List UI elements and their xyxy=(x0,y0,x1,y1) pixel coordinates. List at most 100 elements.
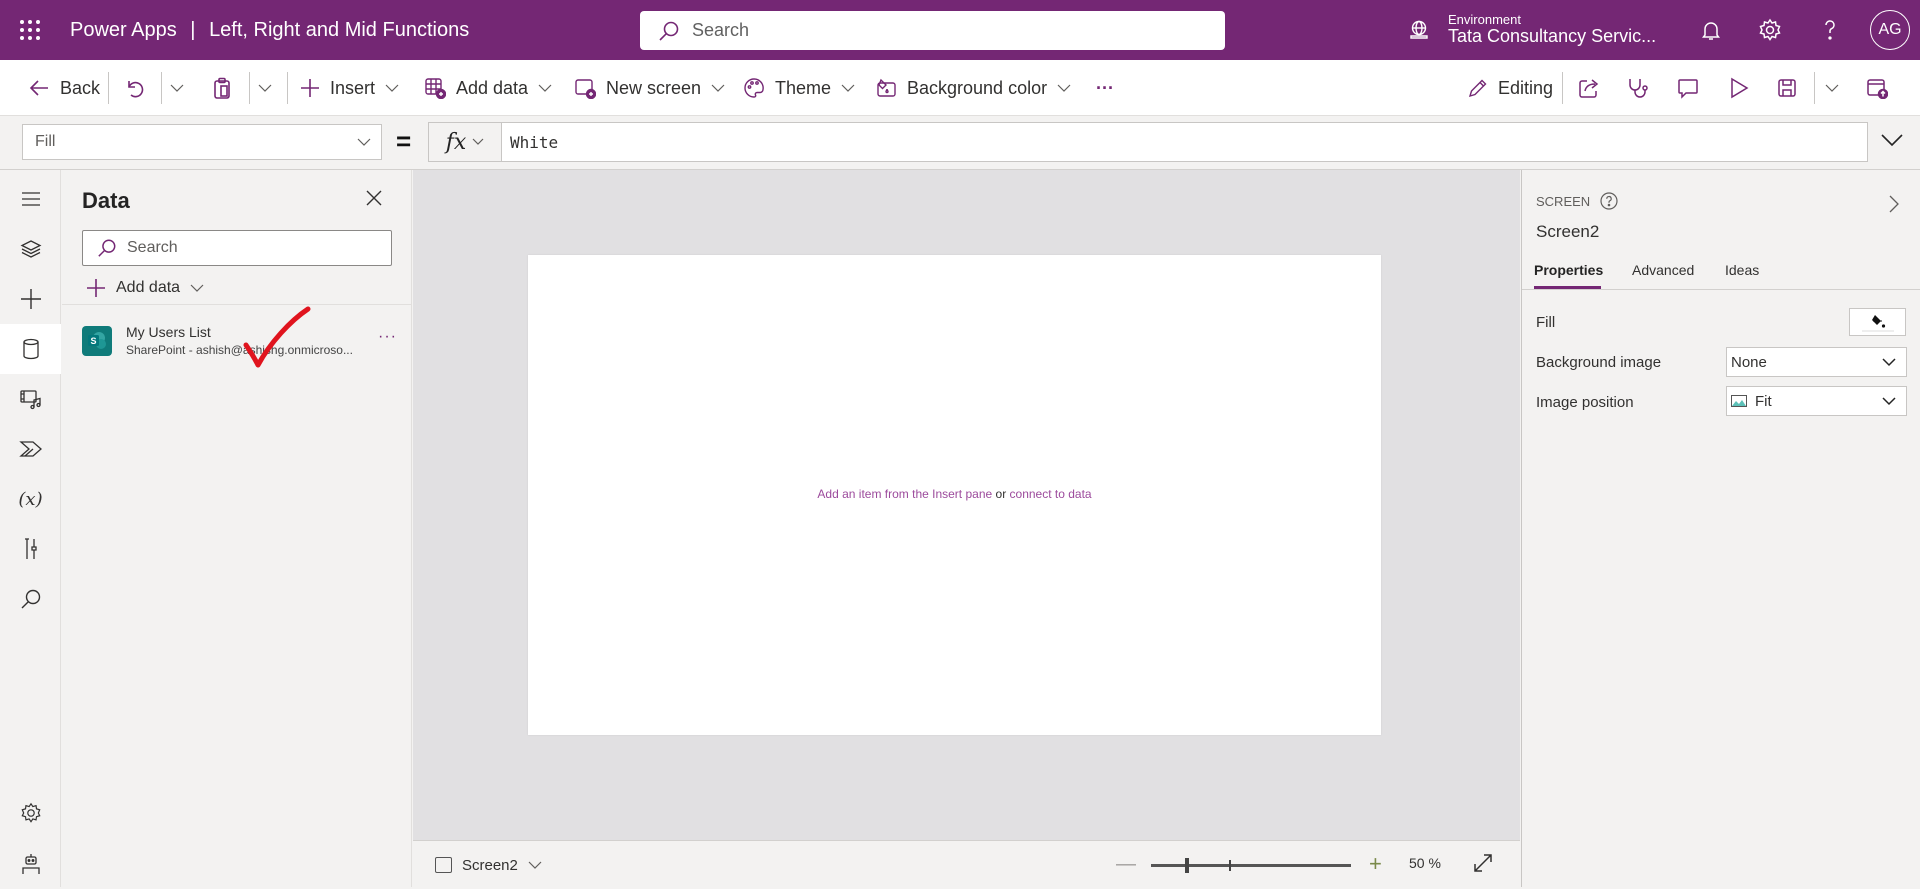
product-name[interactable]: Power Apps xyxy=(70,19,177,41)
media-nav-button[interactable] xyxy=(0,374,61,424)
help-circle-icon[interactable] xyxy=(1600,192,1618,210)
settings-gear-icon[interactable] xyxy=(1758,18,1782,42)
connect-to-data-link[interactable]: connect to data xyxy=(1010,487,1092,501)
canvas-area[interactable]: Add an item from the Insert pane or conn… xyxy=(413,170,1520,840)
environment-picker[interactable]: Environment Tata Consultancy Servic... xyxy=(1408,0,1656,60)
function-button[interactable]: fx xyxy=(428,122,502,162)
play-icon xyxy=(1731,77,1749,99)
search-icon xyxy=(98,239,116,257)
paste-dropdown-button[interactable] xyxy=(258,60,272,116)
share-button[interactable] xyxy=(1578,60,1600,116)
tab-ideas[interactable]: Ideas xyxy=(1725,262,1759,278)
collapse-properties-button[interactable] xyxy=(1888,194,1900,214)
app-launcher-icon[interactable] xyxy=(18,18,42,42)
add-data-button[interactable]: Add data xyxy=(424,60,552,116)
app-title: Power Apps | Left, Right and Mid Functio… xyxy=(70,0,469,60)
add-data-dropdown-button[interactable]: Add data xyxy=(86,274,204,302)
divider xyxy=(62,304,412,305)
zoom-out-button[interactable]: — xyxy=(1116,853,1136,876)
app-checker-button[interactable] xyxy=(1627,60,1649,116)
chevron-down-icon xyxy=(1057,84,1071,92)
fill-color-bar xyxy=(1862,330,1894,332)
sharepoint-icon: S xyxy=(82,326,112,356)
help-question-icon[interactable] xyxy=(1818,18,1842,42)
editing-mode-button[interactable]: Editing xyxy=(1468,60,1553,116)
zoom-in-button[interactable]: + xyxy=(1369,851,1382,877)
background-image-value: None xyxy=(1731,353,1767,371)
variables-icon: (x) xyxy=(18,488,43,510)
global-search-input[interactable]: Search xyxy=(640,11,1225,50)
preview-play-button[interactable] xyxy=(1729,60,1749,116)
expand-formula-bar-button[interactable] xyxy=(1880,133,1904,147)
chevron-down-icon xyxy=(472,138,484,145)
advanced-tools-nav-button[interactable] xyxy=(0,524,61,574)
chevron-down-icon xyxy=(1825,84,1839,92)
plus-icon xyxy=(20,289,41,309)
control-type: SCREEN xyxy=(1536,192,1618,210)
virtual-agent-nav-button[interactable] xyxy=(0,839,61,889)
new-screen-label: New screen xyxy=(606,77,702,98)
property-selector[interactable]: Fill xyxy=(22,124,382,160)
save-icon xyxy=(1778,79,1796,97)
divider xyxy=(1562,72,1563,104)
zoom-slider[interactable] xyxy=(1151,858,1351,873)
screen-selector[interactable]: Screen2 xyxy=(435,854,542,876)
table-add-icon xyxy=(425,78,446,99)
add-data-label: Add data xyxy=(116,279,181,296)
search-icon xyxy=(659,21,679,41)
new-screen-button[interactable]: New screen xyxy=(574,60,725,116)
data-nav-button[interactable] xyxy=(0,324,61,374)
power-automate-nav-button[interactable] xyxy=(0,424,61,474)
insert-nav-button[interactable] xyxy=(0,274,61,324)
pencil-icon xyxy=(1468,79,1487,98)
fit-to-window-button[interactable] xyxy=(1473,853,1493,873)
save-button[interactable] xyxy=(1777,60,1797,116)
data-search-placeholder: Search xyxy=(127,239,178,256)
screen-artboard[interactable]: Add an item from the Insert pane or conn… xyxy=(528,255,1381,735)
formula-input[interactable]: White xyxy=(502,122,1868,162)
undo-button[interactable] xyxy=(124,60,144,116)
back-button[interactable]: Back xyxy=(28,60,100,116)
data-search-input[interactable]: Search xyxy=(82,230,392,266)
divider xyxy=(287,72,288,104)
data-source-item[interactable]: S My Users List SharePoint - ashish@ashi… xyxy=(62,310,412,372)
save-options-dropdown[interactable] xyxy=(1825,60,1839,116)
user-avatar[interactable]: AG xyxy=(1870,10,1910,50)
chevron-down-icon xyxy=(170,84,184,92)
data-source-more-button[interactable]: ··· xyxy=(378,328,397,346)
zoom-100-tick xyxy=(1229,860,1231,871)
close-data-pane-button[interactable] xyxy=(366,190,382,206)
theme-button[interactable]: Theme xyxy=(743,60,855,116)
zoom-percent: 50 % xyxy=(1409,855,1441,871)
app-name: Left, Right and Mid Functions xyxy=(209,19,470,41)
notifications-bell-icon[interactable] xyxy=(1699,18,1723,42)
more-commands-button[interactable]: ··· xyxy=(1096,60,1114,116)
tree-view-button[interactable] xyxy=(0,224,61,274)
tab-properties[interactable]: Properties xyxy=(1534,262,1603,278)
fill-color-picker[interactable] xyxy=(1849,308,1906,336)
selected-control-name[interactable]: Screen2 xyxy=(1536,222,1599,242)
publish-button[interactable] xyxy=(1866,60,1888,116)
undo-dropdown-button[interactable] xyxy=(170,60,184,116)
paste-button[interactable] xyxy=(212,60,232,116)
more-icon: ··· xyxy=(1096,77,1114,98)
image-position-dropdown[interactable]: Fit xyxy=(1726,386,1907,416)
zoom-slider-thumb[interactable] xyxy=(1185,858,1189,873)
background-color-button[interactable]: Background color xyxy=(875,60,1071,116)
chevron-right-icon xyxy=(1889,195,1899,213)
search-nav-button[interactable] xyxy=(0,574,61,624)
insert-label: Insert xyxy=(330,77,376,98)
settings-nav-button[interactable] xyxy=(0,788,61,838)
variables-nav-button[interactable]: (x) xyxy=(0,474,61,524)
left-nav-rail: (x) xyxy=(0,170,61,887)
bot-icon xyxy=(21,854,40,874)
insert-button[interactable]: Insert xyxy=(300,60,399,116)
active-tab-indicator xyxy=(1534,286,1601,289)
data-source-subtitle: SharePoint - ashish@ashishg.onmicroso... xyxy=(126,343,353,357)
tab-advanced[interactable]: Advanced xyxy=(1632,262,1694,278)
hamburger-menu-button[interactable] xyxy=(0,174,61,224)
comments-button[interactable] xyxy=(1677,60,1699,116)
insert-pane-link[interactable]: Add an item from the Insert pane xyxy=(817,487,992,501)
background-image-dropdown[interactable]: None xyxy=(1726,347,1907,377)
fill-label: Fill xyxy=(1536,314,1556,331)
